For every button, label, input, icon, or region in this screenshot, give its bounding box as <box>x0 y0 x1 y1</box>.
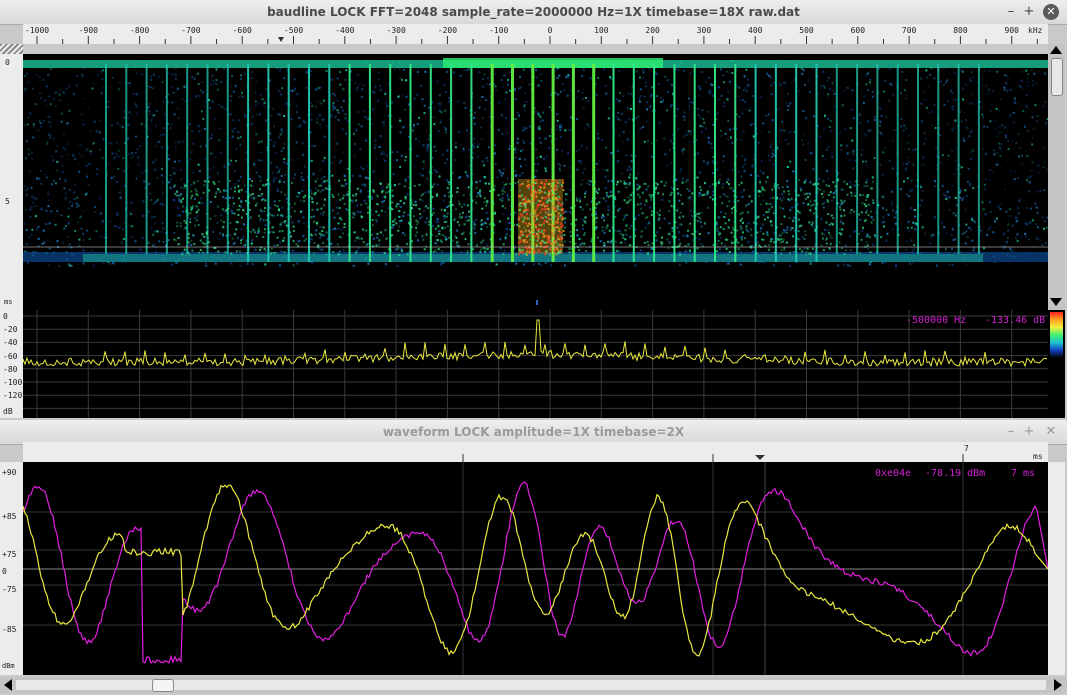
frequency-tick: 500 <box>799 26 814 35</box>
db-tick: -20 <box>3 325 18 335</box>
db-tick: -40 <box>3 338 18 348</box>
frequency-tick: 300 <box>696 26 712 35</box>
readout-db-level: -133.46 dB <box>985 315 1046 326</box>
readout-dbm-level: -78.19 dBm <box>925 468 986 479</box>
frequency-tick: -900 <box>78 26 98 35</box>
frequency-tick: 100 <box>594 26 609 35</box>
scroll-left-arrow[interactable] <box>4 679 12 691</box>
db-unit-label: dB <box>3 407 13 416</box>
waveform-time-unit: ms <box>1033 452 1043 461</box>
close-button[interactable]: ✕ <box>1043 424 1059 440</box>
time-ruler[interactable]: 0 5 ms <box>0 54 23 310</box>
db-tick: 0 <box>3 312 8 321</box>
frequency-tick: 900 <box>1004 26 1019 35</box>
baudline-titlebar[interactable]: baudline LOCK FFT=2048 sample_rate=20000… <box>0 0 1067 25</box>
frequency-tick: 200 <box>645 26 660 35</box>
minimize-button[interactable]: – <box>1003 4 1019 20</box>
amplitude-unit-label: dBm <box>2 662 15 670</box>
frequency-tick: -800 <box>130 26 150 35</box>
time-unit-label: ms <box>4 298 13 306</box>
frequency-tick: -700 <box>181 26 201 35</box>
window-title: waveform LOCK amplitude=1X timebase=2X <box>382 425 685 439</box>
readout-time: 7 ms <box>1011 468 1036 479</box>
frequency-tick: -1000 <box>25 26 50 35</box>
color-aperture-bar[interactable] <box>1048 310 1065 418</box>
amplitude-tick: +90 <box>2 468 17 477</box>
db-tick: -60 <box>3 351 18 361</box>
waveform-time-tick: 7 <box>964 444 969 453</box>
amplitude-ruler[interactable]: +90 +85 +75 0 -75 -85 dBm <box>0 462 23 675</box>
frequency-tick: -300 <box>386 26 406 35</box>
frequency-tick: 800 <box>953 26 968 35</box>
baudline-window: baudline LOCK FFT=2048 sample_rate=20000… <box>0 0 1067 420</box>
spectrogram-scrollbar[interactable] <box>1048 44 1065 310</box>
amplitude-tick: 0 <box>2 567 7 576</box>
frequency-tick: -100 <box>489 26 509 35</box>
frequency-tick: 600 <box>850 26 866 35</box>
frequency-ruler[interactable]: -1000 -900 -800 -700 -600 -500 -400 -300 -200 -10… <box>23 24 1048 44</box>
maximize-button[interactable]: + <box>1021 424 1037 440</box>
maximize-button[interactable]: + <box>1021 4 1037 20</box>
waveform-window: waveform LOCK amplitude=1X timebase=2X –… <box>0 420 1067 695</box>
readout-frequency: -500000 Hz <box>906 315 967 326</box>
waveform-right-margin <box>1048 462 1065 675</box>
frequency-tick: 0 <box>547 26 553 35</box>
frequency-tick: -200 <box>437 26 458 35</box>
minimize-button[interactable]: – <box>1003 424 1019 440</box>
ruler-corner-hatch <box>0 44 23 54</box>
db-tick: -120 <box>3 391 23 401</box>
waveform-plot[interactable]: 0xe04e -78.19 dBm 7 ms <box>23 462 1048 675</box>
scroll-right-arrow[interactable] <box>1054 679 1062 691</box>
frequency-unit-label: kHz <box>1028 26 1043 35</box>
waveform-time-ruler[interactable]: 7 ms <box>23 442 1048 462</box>
frequency-tick: -400 <box>335 26 355 35</box>
spectrum-plot[interactable]: -500000 Hz -133.46 dB <box>23 310 1048 418</box>
scroll-thumb[interactable] <box>1051 58 1063 96</box>
amplitude-tick: -85 <box>2 625 17 634</box>
frequency-tick: 700 <box>901 26 917 35</box>
time-tick-0: 0 <box>5 58 10 67</box>
scroll-down-arrow[interactable] <box>1050 298 1062 306</box>
spectrogram[interactable] <box>23 54 1048 310</box>
window-title: baudline LOCK FFT=2048 sample_rate=20000… <box>267 5 800 19</box>
close-button[interactable]: ✕ <box>1043 4 1059 20</box>
db-tick: -100 <box>3 378 23 387</box>
frequency-tick: -500 <box>283 26 304 35</box>
scroll-up-arrow[interactable] <box>1050 46 1062 54</box>
readout-hex-value: 0xe04e <box>875 468 912 479</box>
frequency-tick: 400 <box>748 26 763 35</box>
amplitude-tick: -75 <box>2 585 17 594</box>
amplitude-tick: +85 <box>2 512 17 521</box>
amplitude-tick: +75 <box>2 550 17 559</box>
time-tick-5: 5 <box>5 197 10 206</box>
db-ruler[interactable]: 0 -20 -40 -60 -80 -100 -120 dB <box>0 310 23 418</box>
hscroll-thumb[interactable] <box>152 679 174 692</box>
db-tick: -80 <box>3 364 18 374</box>
frequency-tick: -600 <box>232 26 252 35</box>
waveform-hscrollbar[interactable] <box>0 677 1067 693</box>
